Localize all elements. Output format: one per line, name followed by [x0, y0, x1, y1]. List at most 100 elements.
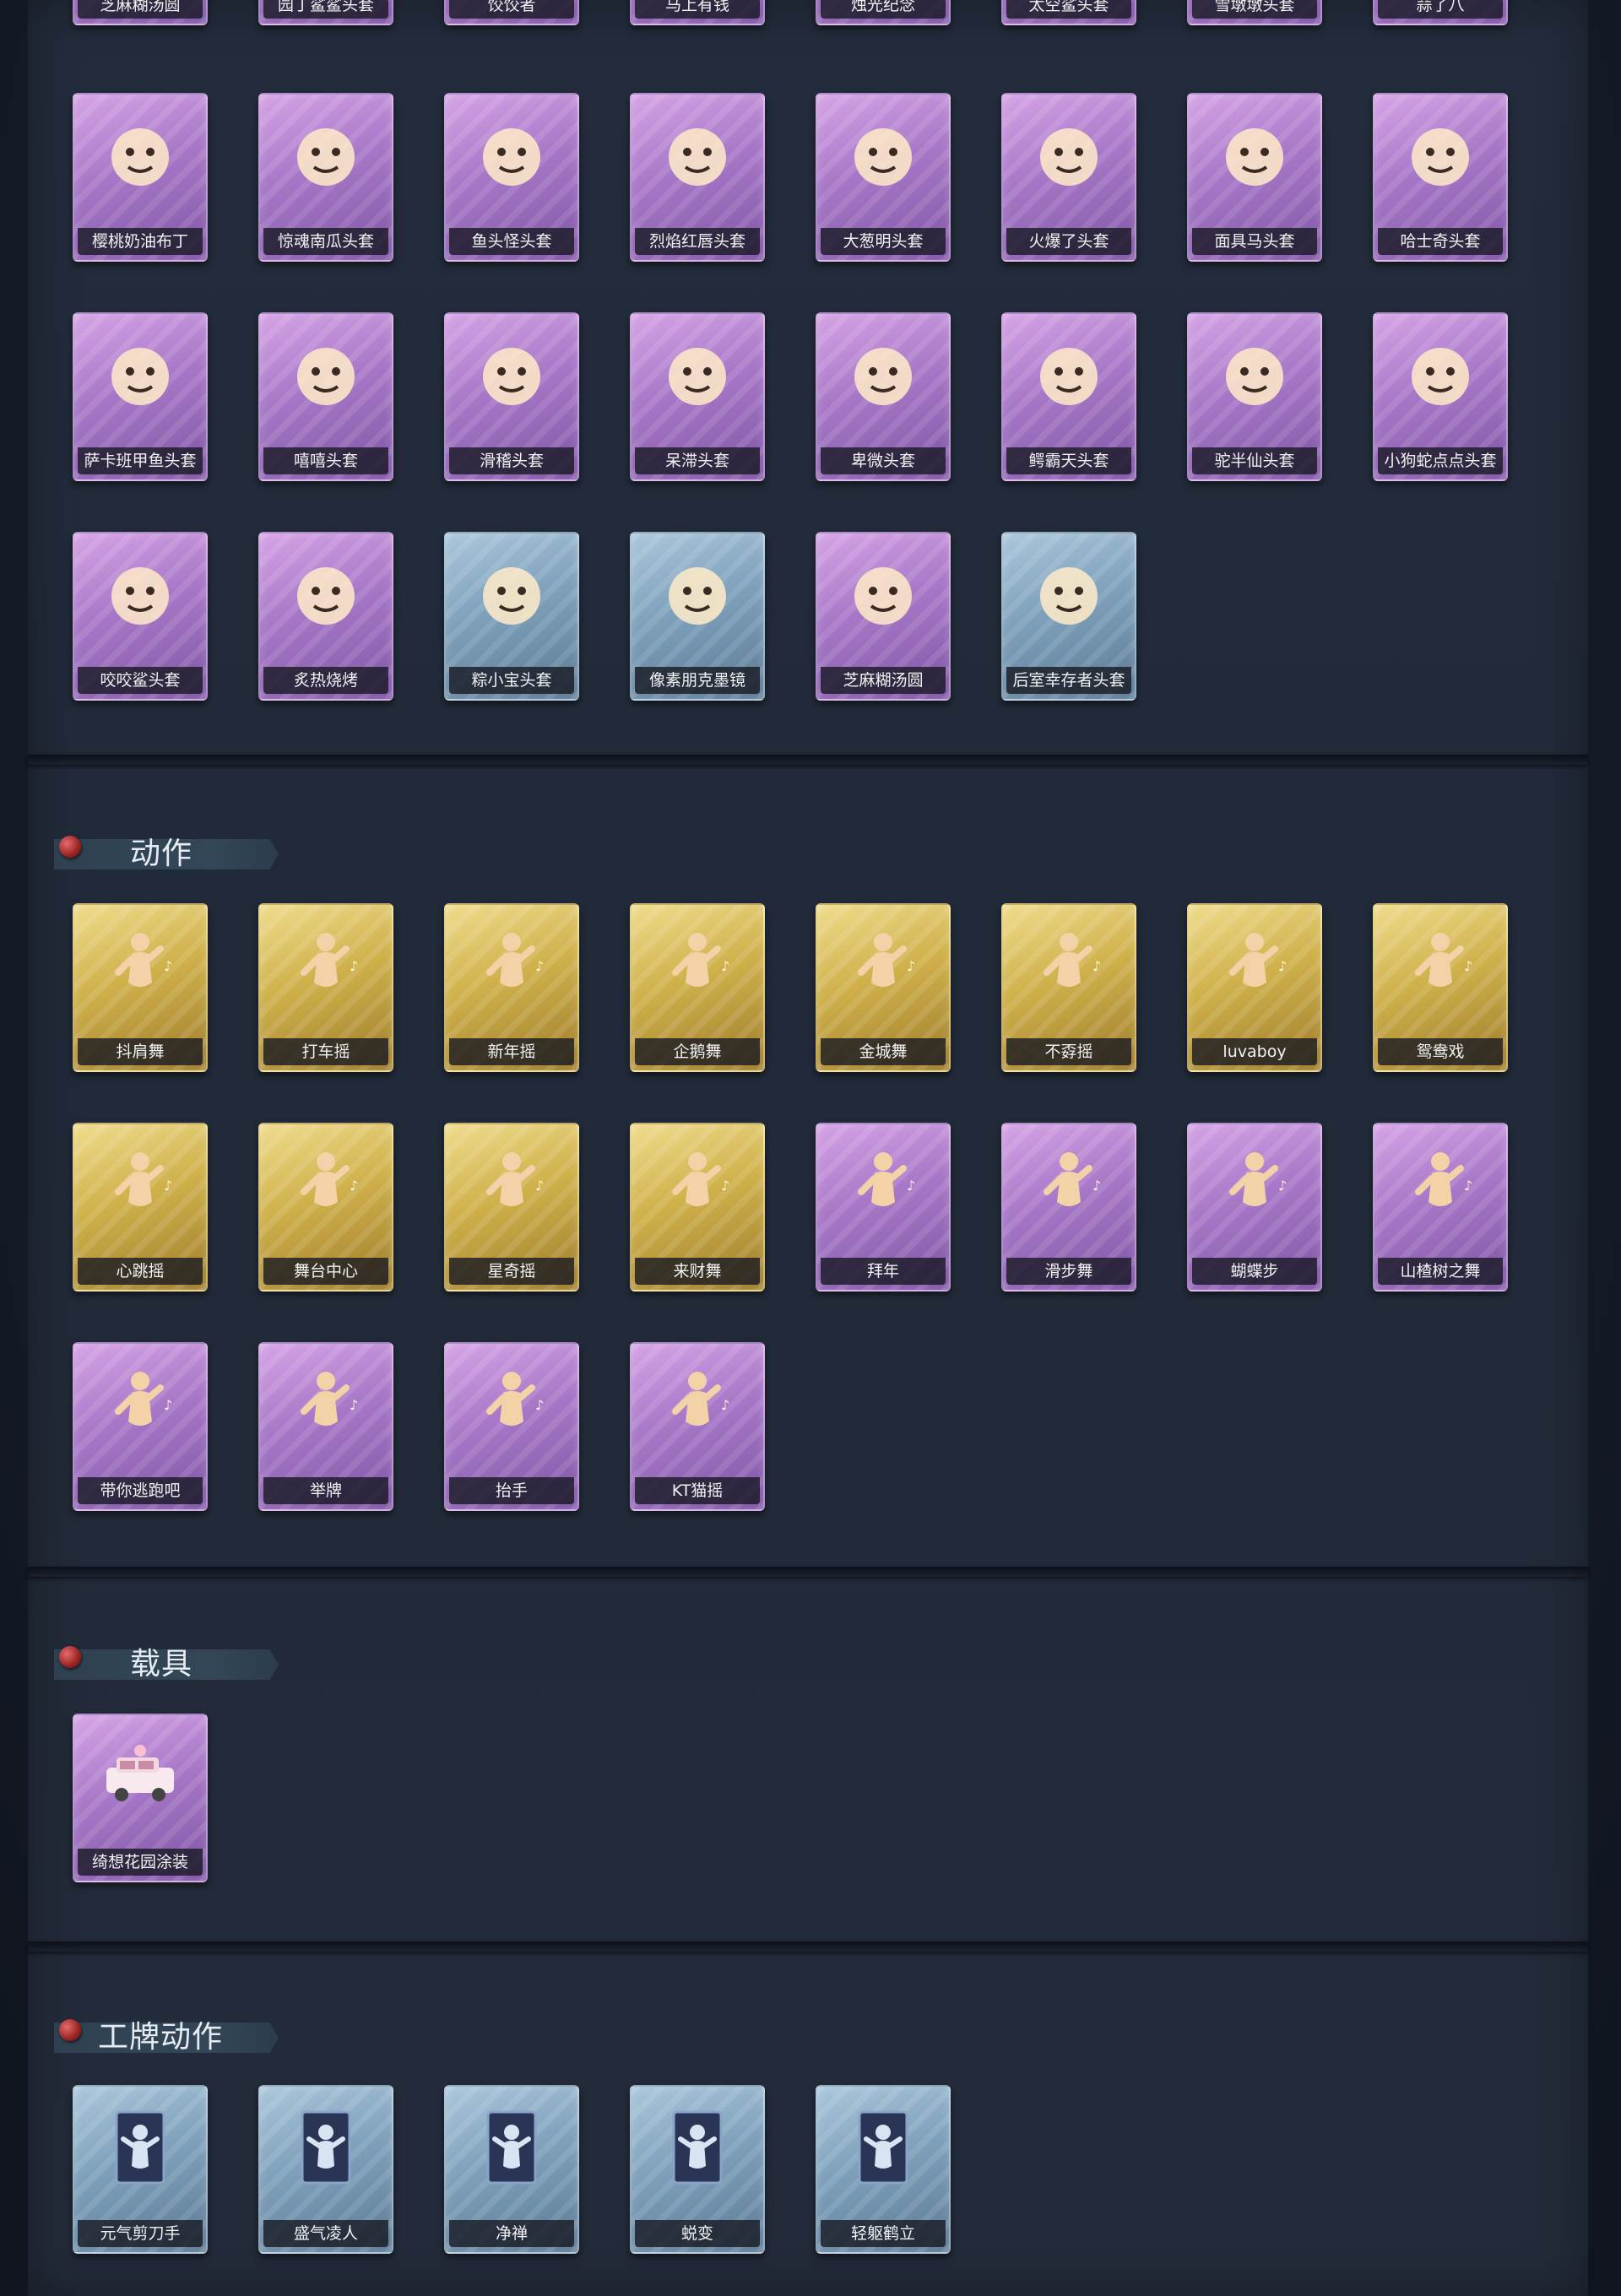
- badge-icon: [469, 2105, 554, 2190]
- card-frame: 蒜了八: [1373, 0, 1508, 25]
- section-divider: [28, 755, 1588, 765]
- item-card[interactable]: ♪ 带你逃跑吧: [73, 1342, 208, 1511]
- item-card[interactable]: 鱼头怪头套: [444, 93, 579, 262]
- item-card[interactable]: ♪ KT猫摇: [630, 1342, 765, 1511]
- item-card[interactable]: 元气剪刀手: [73, 2085, 208, 2254]
- item-label: 萨卡班甲鱼头套: [78, 447, 203, 474]
- card-frame: 马上有钱: [630, 0, 765, 25]
- pose-icon: ♪: [1398, 923, 1483, 1008]
- item-label: 哈士奇头套: [1378, 228, 1503, 255]
- head-icon: [841, 113, 925, 198]
- section-title: 载具: [130, 1647, 193, 1681]
- item-card[interactable]: 像素朋克墨镜: [630, 532, 765, 701]
- card-frame: 大葱明头套: [816, 93, 951, 262]
- card-frame: 鳄霸天头套: [1001, 312, 1136, 481]
- item-card[interactable]: ♪ 蝴蝶步: [1187, 1123, 1322, 1292]
- item-card[interactable]: ♪ 拜年: [816, 1123, 951, 1292]
- svg-text:♪: ♪: [1092, 958, 1101, 974]
- item-card[interactable]: 饺饺者: [444, 0, 579, 25]
- item-card[interactable]: 粽小宝头套: [444, 532, 579, 701]
- item-card[interactable]: 滑稽头套: [444, 312, 579, 481]
- item-card[interactable]: ♪ 金城舞: [816, 903, 951, 1072]
- item-card[interactable]: 卑微头套: [816, 312, 951, 481]
- item-card[interactable]: 萨卡班甲鱼头套: [73, 312, 208, 481]
- item-card[interactable]: 雪墩墩头套: [1187, 0, 1322, 25]
- svg-text:♪: ♪: [535, 1397, 544, 1413]
- section-divider: [28, 1567, 1588, 1577]
- item-card[interactable]: 惊魂南瓜头套: [258, 93, 393, 262]
- item-label: 面具马头套: [1192, 228, 1317, 255]
- badge-icon: [284, 2105, 368, 2190]
- item-card[interactable]: 鳄霸天头套: [1001, 312, 1136, 481]
- svg-text:♪: ♪: [535, 958, 544, 974]
- item-label: 园丁鲨鲨头套: [263, 0, 388, 19]
- head-icon: [284, 333, 368, 417]
- pose-icon: ♪: [841, 923, 925, 1008]
- item-label: luvaboy: [1192, 1038, 1317, 1065]
- item-card[interactable]: 蜕变: [630, 2085, 765, 2254]
- item-card[interactable]: 大葱明头套: [816, 93, 951, 262]
- card-frame: ♪ 来财舞: [630, 1123, 765, 1292]
- item-card[interactable]: ♪ 抬手: [444, 1342, 579, 1511]
- item-label: 净禅: [449, 2220, 574, 2247]
- item-card[interactable]: 园丁鲨鲨头套: [258, 0, 393, 25]
- card-frame: 粽小宝头套: [444, 532, 579, 701]
- item-card[interactable]: 咬咬鲨头套: [73, 532, 208, 701]
- item-card[interactable]: 驼半仙头套: [1187, 312, 1322, 481]
- item-card[interactable]: 芝麻糊汤圆: [816, 532, 951, 701]
- card-frame: ♪ 企鹅舞: [630, 903, 765, 1072]
- item-card[interactable]: 烈焰红唇头套: [630, 93, 765, 262]
- card-frame: 惊魂南瓜头套: [258, 93, 393, 262]
- card-frame: 小狗蛇点点头套: [1373, 312, 1508, 481]
- item-card[interactable]: ♪ 不孬摇: [1001, 903, 1136, 1072]
- item-card[interactable]: 呆滞头套: [630, 312, 765, 481]
- item-card[interactable]: ♪ 心跳摇: [73, 1123, 208, 1292]
- item-card[interactable]: 太空鲨头套: [1001, 0, 1136, 25]
- item-card[interactable]: 盛气凌人: [258, 2085, 393, 2254]
- item-card[interactable]: ♪ 新年摇: [444, 903, 579, 1072]
- item-label: 抖肩舞: [78, 1038, 203, 1065]
- item-label: 鸳鸯戏: [1378, 1038, 1503, 1065]
- card-frame: ♪ 山楂树之舞: [1373, 1123, 1508, 1292]
- section-header-actions: 动作: [54, 834, 279, 873]
- item-label: 带你逃跑吧: [78, 1477, 203, 1504]
- card-frame: ♪ 鸳鸯戏: [1373, 903, 1508, 1072]
- item-label: 来财舞: [635, 1258, 760, 1285]
- item-card[interactable]: 樱桃奶油布丁: [73, 93, 208, 262]
- item-card[interactable]: 后室幸存者头套: [1001, 532, 1136, 701]
- item-label: 滑稽头套: [449, 447, 574, 474]
- item-card[interactable]: ♪ 抖肩舞: [73, 903, 208, 1072]
- item-card[interactable]: 火爆了头套: [1001, 93, 1136, 262]
- item-card[interactable]: ♪ 打车摇: [258, 903, 393, 1072]
- item-card[interactable]: ♪ 舞台中心: [258, 1123, 393, 1292]
- item-card[interactable]: 马上有钱: [630, 0, 765, 25]
- item-card[interactable]: ♪ 滑步舞: [1001, 1123, 1136, 1292]
- item-card[interactable]: ♪ 企鹅舞: [630, 903, 765, 1072]
- item-card[interactable]: 蒜了八: [1373, 0, 1508, 25]
- item-card[interactable]: 小狗蛇点点头套: [1373, 312, 1508, 481]
- car-icon: [98, 1734, 182, 1818]
- section-divider: [28, 1941, 1588, 1952]
- svg-text:♪: ♪: [164, 1178, 172, 1194]
- item-card[interactable]: 烛光纪念: [816, 0, 951, 25]
- item-card[interactable]: 哈士奇头套: [1373, 93, 1508, 262]
- card-frame: 卑微头套: [816, 312, 951, 481]
- item-card[interactable]: ♪ luvaboy: [1187, 903, 1322, 1072]
- item-card[interactable]: 嘻嘻头套: [258, 312, 393, 481]
- item-card[interactable]: 净禅: [444, 2085, 579, 2254]
- item-card[interactable]: ♪ 星奇摇: [444, 1123, 579, 1292]
- item-card[interactable]: 轻躯鹤立: [816, 2085, 951, 2254]
- item-card[interactable]: 绮想花园涂装: [73, 1714, 208, 1882]
- card-frame: 净禅: [444, 2085, 579, 2254]
- item-card[interactable]: 芝麻糊汤圆: [73, 0, 208, 25]
- item-label: 马上有钱: [635, 0, 760, 19]
- card-frame: 面具马头套: [1187, 93, 1322, 262]
- item-label: KT猫摇: [635, 1477, 760, 1504]
- item-card[interactable]: ♪ 山楂树之舞: [1373, 1123, 1508, 1292]
- item-label: 芝麻糊汤圆: [821, 667, 946, 694]
- item-card[interactable]: 面具马头套: [1187, 93, 1322, 262]
- item-card[interactable]: 炙热烧烤: [258, 532, 393, 701]
- item-card[interactable]: ♪ 来财舞: [630, 1123, 765, 1292]
- item-card[interactable]: ♪ 鸳鸯戏: [1373, 903, 1508, 1072]
- item-card[interactable]: ♪ 举牌: [258, 1342, 393, 1511]
